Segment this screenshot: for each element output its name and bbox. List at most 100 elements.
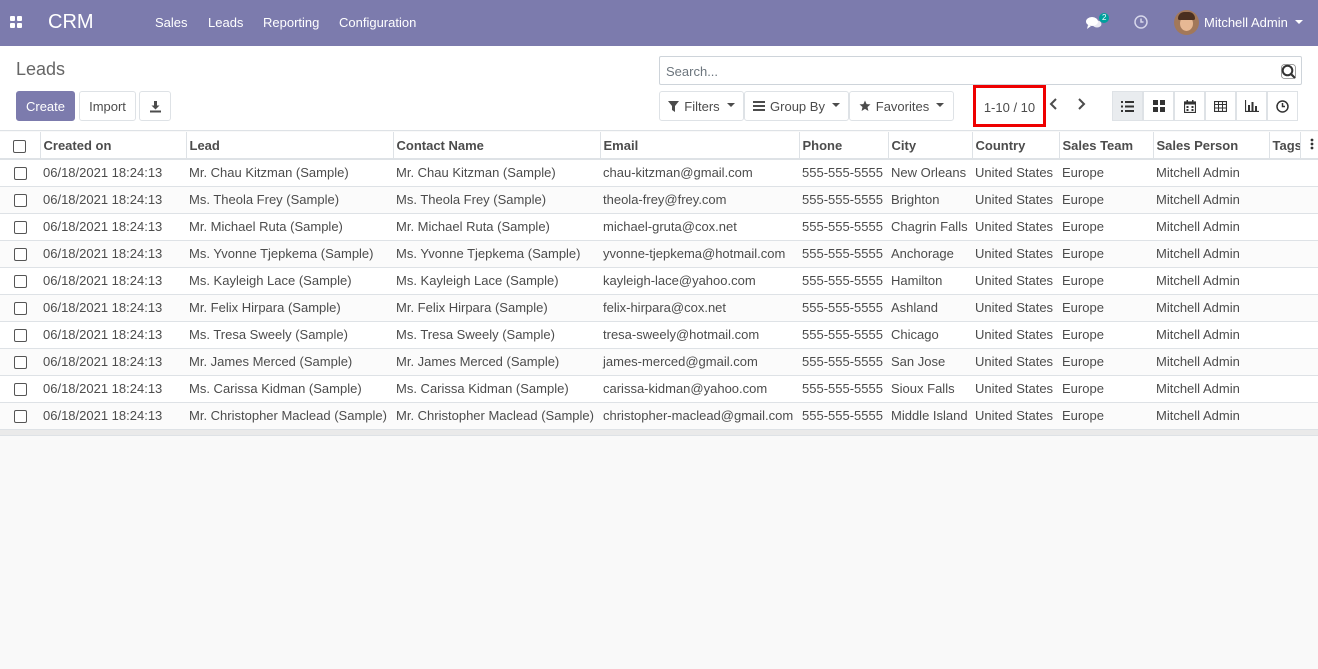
menu-leads[interactable]: Leads [208, 15, 243, 30]
cell-phone: 555-555-5555 [799, 348, 888, 376]
search-icon[interactable] [1281, 64, 1296, 79]
menu-sales[interactable]: Sales [155, 15, 188, 30]
search-input[interactable] [666, 62, 1266, 80]
cell-city: Sioux Falls [888, 375, 972, 403]
app-brand[interactable]: CRM [48, 11, 94, 34]
export-button[interactable] [139, 91, 171, 121]
row-spacer-cell [1300, 186, 1318, 214]
cell-team: Europe [1059, 213, 1153, 241]
row-checkbox[interactable] [13, 194, 27, 208]
create-button[interactable]: Create [16, 91, 75, 121]
cell-city: San Jose [888, 348, 972, 376]
cell-country: United States [972, 240, 1059, 268]
select-all-checkbox[interactable] [13, 139, 27, 153]
cell-person: Mitchell Admin [1153, 213, 1269, 241]
column-header[interactable]: Lead [186, 132, 394, 160]
pivot-view-button[interactable] [1205, 91, 1236, 121]
clock-icon [1276, 99, 1289, 113]
table-row[interactable]: 06/18/2021 18:24:13 Ms. Yvonne Tjepkema (… [0, 240, 1318, 268]
column-header[interactable]: Sales Person [1153, 132, 1270, 160]
cell-phone: 555-555-5555 [799, 186, 888, 214]
table-row[interactable]: 06/18/2021 18:24:13 Ms. Theola Frey (Samp… [0, 186, 1318, 214]
cell-city: Ashland [888, 294, 972, 322]
cell-city: Chicago [888, 321, 972, 349]
favorites-dropdown[interactable]: Favorites [849, 91, 954, 121]
menu-configuration[interactable]: Configuration [339, 15, 416, 30]
row-checkbox[interactable] [13, 167, 27, 181]
row-checkbox[interactable] [13, 410, 27, 424]
leads-list: Created on Lead Contact Name Email Phone… [0, 132, 1318, 436]
row-checkbox[interactable] [13, 383, 27, 397]
row-select-cell [0, 186, 40, 214]
cell-person: Mitchell Admin [1153, 375, 1269, 403]
table-row[interactable]: 06/18/2021 18:24:13 Mr. James Merced (Sam… [0, 348, 1318, 376]
table-row[interactable]: 06/18/2021 18:24:13 Ms. Kayleigh Lace (Sa… [0, 267, 1318, 295]
row-checkbox[interactable] [13, 275, 27, 289]
cell-city: Chagrin Falls [888, 213, 972, 241]
apps-grid-icon[interactable] [10, 16, 23, 29]
chevron-down-icon [726, 102, 735, 107]
table-row[interactable]: 06/18/2021 18:24:13 Mr. Christopher Macle… [0, 402, 1318, 430]
list-view-button[interactable] [1112, 91, 1143, 121]
table-row[interactable]: 06/18/2021 18:24:13 Mr. Felix Hirpara (Sa… [0, 294, 1318, 322]
activity-button[interactable] [1134, 15, 1148, 29]
cell-country: United States [972, 267, 1059, 295]
column-header[interactable]: Sales Team [1059, 132, 1154, 160]
cell-city: Hamilton [888, 267, 972, 295]
row-select-cell [0, 402, 40, 430]
kanban-view-button[interactable] [1143, 91, 1174, 121]
filters-dropdown[interactable]: Filters [659, 91, 744, 121]
cell-country: United States [972, 402, 1059, 430]
chat-button[interactable]: 2 [1086, 13, 1114, 32]
filter-icon [668, 100, 680, 112]
row-spacer-cell [1300, 267, 1318, 295]
row-checkbox[interactable] [13, 248, 27, 262]
column-header[interactable]: City [888, 132, 973, 160]
cell-tags [1269, 294, 1300, 322]
page-title: Leads [16, 59, 66, 79]
table-row[interactable]: 06/18/2021 18:24:13 Ms. Carissa Kidman (S… [0, 375, 1318, 403]
optional-columns-toggle[interactable] [1300, 132, 1318, 160]
graph-view-button[interactable] [1236, 91, 1267, 121]
cell-person: Mitchell Admin [1153, 294, 1269, 322]
column-header[interactable]: Tags [1269, 132, 1301, 160]
cell-person: Mitchell Admin [1153, 186, 1269, 214]
column-header[interactable]: Created on [40, 132, 187, 160]
cell-phone: 555-555-5555 [799, 375, 888, 403]
menu-reporting[interactable]: Reporting [263, 15, 319, 30]
import-button[interactable]: Import [79, 91, 136, 121]
calendar-view-button[interactable] [1174, 91, 1205, 121]
groupby-dropdown[interactable]: Group By [744, 91, 849, 121]
table-row[interactable]: 06/18/2021 18:24:13 Mr. Chau Kitzman (Sam… [0, 159, 1318, 187]
row-select-cell [0, 375, 40, 403]
cell-contact: Ms. Carissa Kidman (Sample) [393, 375, 600, 403]
row-checkbox[interactable] [13, 302, 27, 316]
cell-city: Middle Island [888, 402, 972, 430]
row-checkbox[interactable] [13, 329, 27, 343]
row-select-cell [0, 240, 40, 268]
table-row[interactable]: 06/18/2021 18:24:13 Ms. Tresa Sweely (Sam… [0, 321, 1318, 349]
column-header[interactable]: Email [600, 132, 800, 160]
row-checkbox[interactable] [13, 356, 27, 370]
cell-country: United States [972, 348, 1059, 376]
column-header[interactable]: Phone [799, 132, 889, 160]
cell-country: United States [972, 375, 1059, 403]
activity-view-button[interactable] [1267, 91, 1298, 121]
chevron-right-icon[interactable] [1074, 97, 1088, 111]
chevron-left-icon[interactable] [1047, 97, 1061, 111]
pager-value-highlight[interactable]: 1-10 / 10 [973, 85, 1046, 127]
row-spacer-cell [1300, 375, 1318, 403]
cell-phone: 555-555-5555 [799, 267, 888, 295]
row-checkbox[interactable] [13, 221, 27, 235]
row-spacer-cell [1300, 348, 1318, 376]
column-header[interactable]: Country [972, 132, 1060, 160]
vertical-ellipsis-icon [1310, 138, 1313, 149]
cell-tags [1269, 213, 1300, 241]
cell-phone: 555-555-5555 [799, 240, 888, 268]
select-all-cell [0, 132, 41, 160]
cell-tags [1269, 321, 1300, 349]
cell-person: Mitchell Admin [1153, 348, 1269, 376]
column-header[interactable]: Contact Name [393, 132, 601, 160]
cell-country: United States [972, 321, 1059, 349]
table-row[interactable]: 06/18/2021 18:24:13 Mr. Michael Ruta (Sam… [0, 213, 1318, 241]
